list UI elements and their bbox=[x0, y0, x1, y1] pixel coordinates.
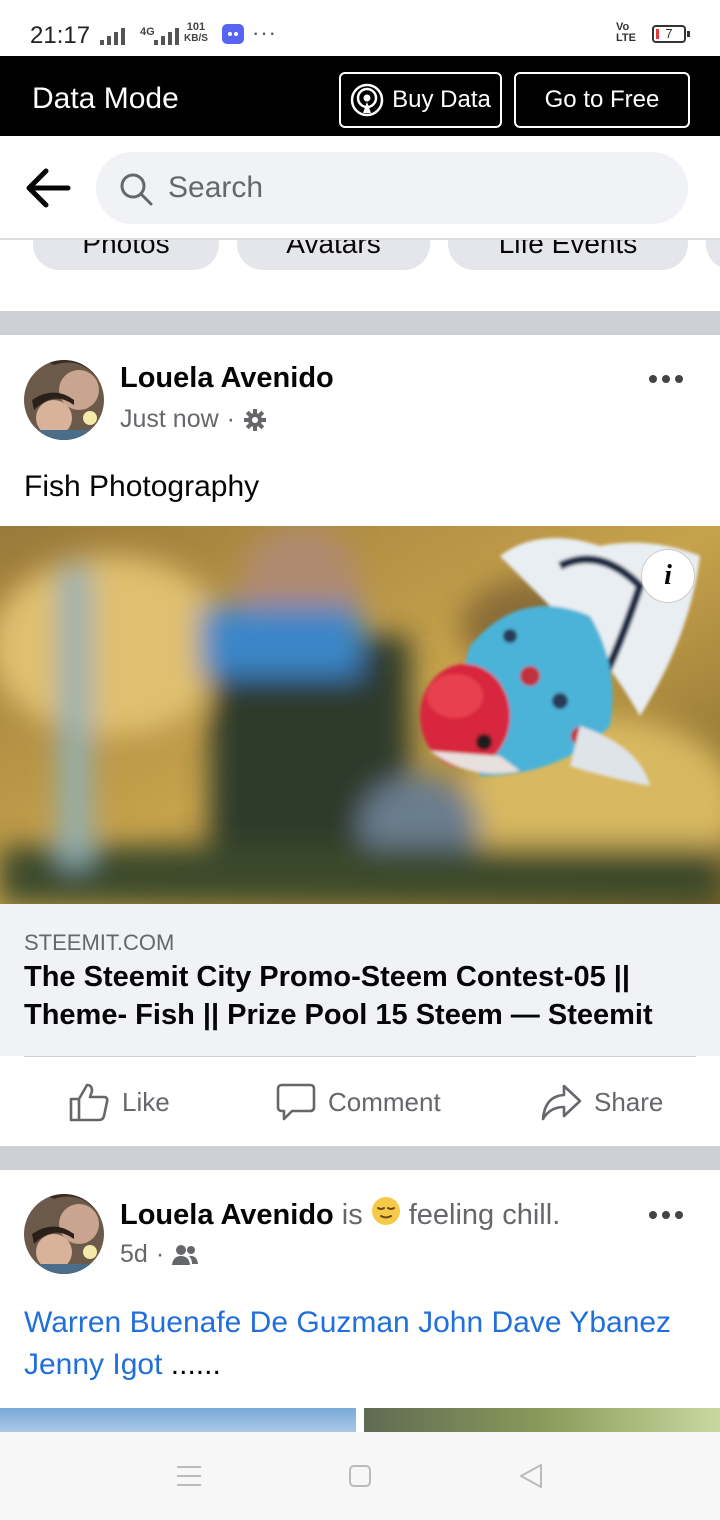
clock: 21:17 bbox=[30, 22, 91, 49]
go-to-free-label: Go to Free bbox=[544, 86, 660, 113]
share-arrow-icon bbox=[541, 1084, 582, 1121]
post-2-text: Warren Buenafe De Guzman John Dave Ybane… bbox=[24, 1302, 700, 1386]
post-2-photo-1[interactable] bbox=[0, 1408, 356, 1432]
data-mode-title: Data Mode bbox=[32, 82, 179, 115]
signal-icon bbox=[100, 28, 125, 45]
post-author-2[interactable]: Louela Avenido bbox=[120, 1199, 334, 1232]
comment-button[interactable]: Comment bbox=[276, 1082, 441, 1122]
mention-link[interactable]: Warren Buenafe De Guzman bbox=[24, 1306, 410, 1339]
battery-icon: 7 bbox=[652, 25, 690, 43]
mention-link[interactable]: John Dave Ybanez bbox=[418, 1306, 671, 1339]
post-2-meta: 5d · bbox=[120, 1240, 199, 1269]
arrow-left-icon bbox=[26, 168, 71, 208]
thumbs-up-icon bbox=[69, 1083, 109, 1122]
link-domain: STEEMIT.COM bbox=[24, 930, 175, 955]
back-button[interactable] bbox=[24, 166, 72, 210]
filter-chips: Photos Avatars Life Events bbox=[0, 238, 720, 280]
buy-data-label: Buy Data bbox=[392, 86, 491, 113]
link-title: The Steemit City Promo-Steem Contest-05 … bbox=[24, 961, 653, 1031]
more-text[interactable]: ...... bbox=[171, 1348, 221, 1381]
like-label: Like bbox=[122, 1086, 170, 1117]
buy-data-button[interactable]: Buy Data bbox=[339, 72, 502, 128]
broadcast-icon bbox=[350, 83, 384, 117]
search-placeholder: Search bbox=[168, 171, 264, 204]
share-button[interactable]: Share bbox=[540, 1082, 663, 1122]
go-to-free-button[interactable]: Go to Free bbox=[514, 72, 690, 128]
search-input[interactable]: Search bbox=[96, 152, 688, 224]
fish-photo bbox=[0, 526, 720, 904]
like-button[interactable]: Like bbox=[68, 1082, 170, 1122]
more-notifications-icon: ··· bbox=[252, 20, 277, 45]
battery-level: 7 bbox=[665, 26, 673, 41]
post-options-button[interactable] bbox=[648, 360, 684, 392]
search-icon bbox=[120, 173, 153, 206]
link-preview[interactable]: STEEMIT.COM The Steemit City Promo-Steem… bbox=[0, 904, 720, 1056]
discord-icon bbox=[222, 24, 244, 44]
chip-photos[interactable]: Photos bbox=[33, 240, 219, 270]
chip-life-events[interactable]: Life Events bbox=[448, 240, 688, 270]
gear-icon bbox=[244, 408, 266, 431]
status-bar: 21:17 4G 101 KB/S ··· Vo LTE 7 bbox=[0, 0, 720, 56]
system-nav-bar bbox=[0, 1432, 720, 1520]
post-image[interactable] bbox=[0, 526, 720, 904]
activity-is: is bbox=[341, 1198, 363, 1231]
comment-icon bbox=[276, 1083, 316, 1121]
home-icon[interactable] bbox=[348, 1464, 372, 1488]
share-label: Share bbox=[594, 1086, 664, 1117]
net-speed-unit: KB/S bbox=[184, 33, 208, 44]
post-2-header: Louela Avenido is feeling chill. bbox=[120, 1196, 560, 1234]
net-speed-value: 101 bbox=[186, 21, 206, 33]
section-divider bbox=[0, 311, 720, 335]
avatar-2[interactable] bbox=[24, 1194, 104, 1274]
post-time-2[interactable]: 5d bbox=[120, 1240, 148, 1269]
friends-icon bbox=[172, 1244, 199, 1265]
mention-link[interactable]: Jenny Igot bbox=[24, 1348, 162, 1381]
info-icon[interactable]: i bbox=[641, 549, 695, 603]
post-text: Fish Photography bbox=[24, 470, 260, 503]
back-nav-icon[interactable] bbox=[518, 1462, 544, 1490]
divider bbox=[24, 1056, 696, 1057]
data-mode-bar: Data Mode Buy Data Go to Free bbox=[0, 56, 720, 136]
network-label: 4G bbox=[140, 26, 155, 38]
feeling-text[interactable]: feeling chill. bbox=[409, 1199, 561, 1232]
section-divider-2 bbox=[0, 1146, 720, 1170]
comment-label: Comment bbox=[328, 1086, 441, 1117]
volte-line2: LTE bbox=[616, 32, 636, 44]
feeling-emoji-icon bbox=[371, 1196, 401, 1234]
chip-more[interactable] bbox=[706, 240, 720, 270]
chip-avatars[interactable]: Avatars bbox=[237, 240, 430, 270]
menu-icon[interactable] bbox=[176, 1464, 202, 1488]
post-2-options-button[interactable] bbox=[648, 1196, 684, 1228]
more-dots-icon bbox=[649, 1211, 683, 1219]
network-indicator: 4G bbox=[140, 22, 155, 40]
avatar[interactable] bbox=[24, 360, 104, 440]
signal-icon-2 bbox=[154, 28, 179, 45]
post-meta: Just now · bbox=[120, 405, 267, 434]
more-dots-icon bbox=[649, 375, 683, 383]
net-speed: 101 KB/S bbox=[184, 21, 208, 45]
post-2-photo-2[interactable] bbox=[364, 1408, 720, 1432]
post-author[interactable]: Louela Avenido bbox=[120, 362, 334, 395]
post-time[interactable]: Just now bbox=[120, 405, 219, 434]
volte-icon: Vo LTE bbox=[616, 22, 636, 44]
